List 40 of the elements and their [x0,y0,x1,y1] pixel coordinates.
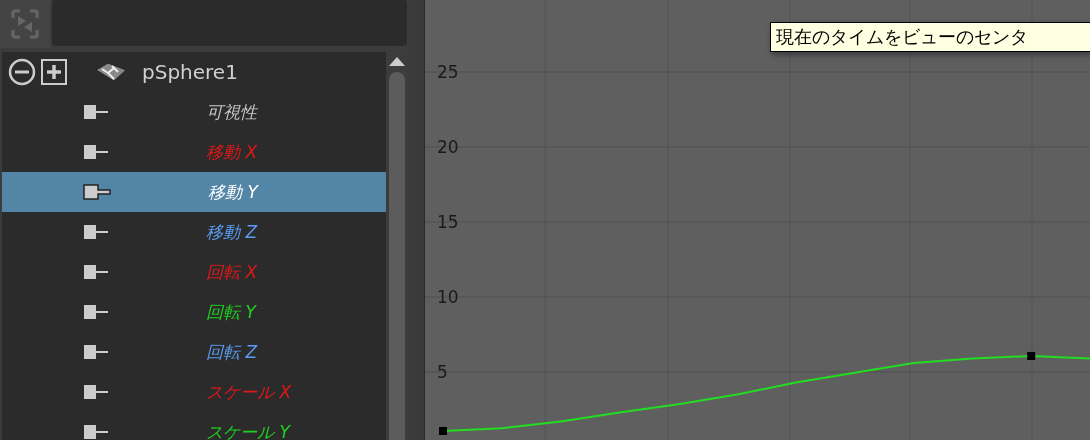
plug-icon [82,302,110,322]
frame-icon[interactable] [0,0,50,48]
channel-row[interactable]: 回転 X [2,252,386,292]
scroll-up-icon[interactable] [388,56,406,66]
plug-icon [82,142,110,162]
channel-label: スケール Y [206,420,290,440]
plug-icon [82,382,110,402]
plug-icon [82,342,110,362]
channel-label: スケール X [206,380,292,404]
plug-icon [82,102,110,122]
channel-row[interactable]: スケール Y [2,412,386,440]
y-tick-label: 25 [437,62,459,82]
collapse-icon[interactable] [8,58,36,86]
channel-label: 回転 Z [206,340,258,364]
plug-icon [82,422,110,440]
plug-icon [82,181,112,203]
channel-label: 回転 X [206,260,258,284]
channel-label: 移動 X [206,140,258,164]
tooltip: 現在のタイムをビューのセンタ [770,22,1090,52]
keyframe-point[interactable] [1027,352,1036,360]
channel-row[interactable]: 回転 Y [2,292,386,332]
y-tick-label: 20 [437,137,459,157]
y-tick-label: 10 [437,287,459,308]
y-tick-label: 5 [437,362,448,383]
channel-row[interactable]: 移動 X [2,132,386,172]
scrollbar-thumb[interactable] [389,72,405,440]
plug-icon [82,222,110,242]
channel-row[interactable]: 移動 Y [2,172,386,212]
y-tick-label: 15 [437,212,459,233]
channel-label: 可視性 [206,100,257,124]
object-name[interactable]: pSphere1 [142,60,238,84]
channel-row[interactable]: 移動 Z [2,212,386,252]
channel-row[interactable]: 回転 Z [2,332,386,372]
channel-label: 移動 Y [208,180,258,204]
expand-icon[interactable] [40,58,68,86]
channel-label: 回転 Y [206,300,256,324]
channel-row[interactable]: 可視性 [2,92,386,132]
channel-label: 移動 Z [206,220,258,244]
plug-icon [82,262,110,282]
channel-row[interactable]: スケール X [2,372,386,412]
